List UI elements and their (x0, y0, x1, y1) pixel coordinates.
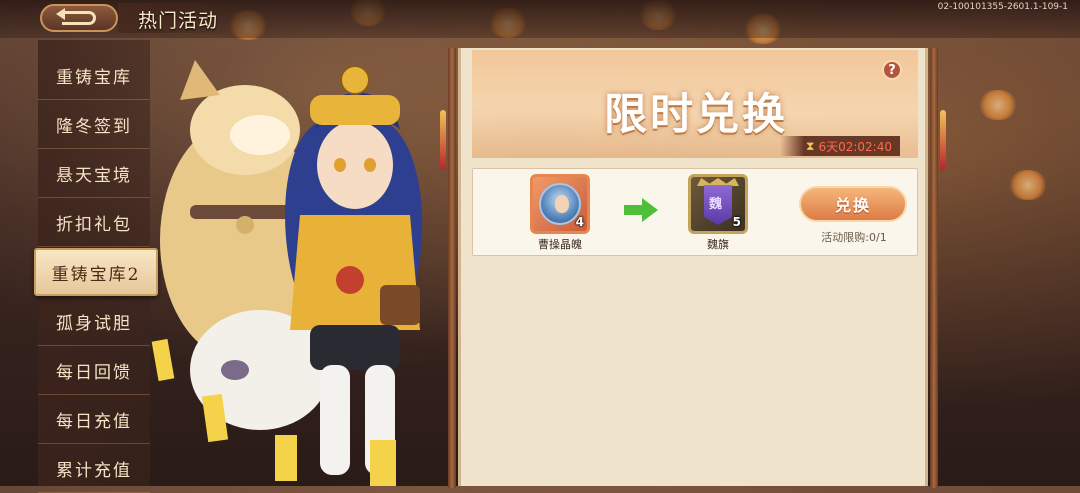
right-tassel (940, 110, 946, 170)
question-icon[interactable]: ? (882, 60, 902, 80)
arrow-right-icon (624, 198, 660, 222)
activity-sidebar: 重铸宝库 隆冬签到 悬天宝境 折扣礼包 重铸宝库2 孤身试胆 每日回馈 每日充值… (34, 40, 158, 493)
sidebar-item-recast-vault[interactable]: 重铸宝库 (38, 52, 150, 100)
sidebar-item-daily-reward[interactable]: 每日回馈 (38, 347, 150, 395)
sidebar-item-winter-signin[interactable]: 隆冬签到 (38, 101, 150, 149)
portrait-face (555, 195, 569, 213)
purchase-limit-text: 活动限购:0/1 (821, 231, 887, 244)
flag-character: 魏 (709, 197, 723, 212)
flag-crown (697, 178, 739, 186)
sidebar-item-discount-pack[interactable]: 折扣礼包 (38, 199, 150, 247)
countdown-timer: ⧗ 6天02:02:40 (780, 136, 900, 156)
hourglass-icon: ⧗ (806, 138, 815, 153)
page-title: 热门活动 (138, 10, 219, 32)
back-arrow-icon (56, 8, 96, 25)
cost-item-count: 4 (575, 215, 584, 229)
sidebar-item-solo-trial[interactable]: 孤身试胆 (38, 298, 150, 346)
version-label: 02-100101355-2601.1-109-1 (937, 2, 1068, 12)
sidebar-item-recast-vault-2[interactable]: 重铸宝库2 (34, 248, 158, 296)
reward-item-name: 魏旗 (707, 238, 729, 251)
cost-item-name: 曹操晶魄 (538, 238, 582, 251)
right-pillar (930, 48, 938, 488)
character-illustration (151, 60, 423, 486)
reward-item-slot[interactable]: 魏 5 (688, 174, 748, 234)
sidebar-item-sky-treasure[interactable]: 悬天宝境 (38, 150, 150, 198)
countdown-text: 6天02:02:40 (818, 139, 892, 154)
left-tassel (440, 110, 446, 170)
background-lantern (980, 90, 1016, 120)
exchange-button[interactable]: 兑换 (799, 186, 907, 222)
banner-title: 限时兑换 (604, 90, 788, 140)
back-button[interactable] (40, 4, 118, 32)
reward-item-count: 5 (732, 215, 741, 229)
left-pillar (448, 48, 456, 488)
cost-item-slot[interactable]: 4 (530, 174, 590, 234)
background-lantern (1010, 170, 1046, 200)
sidebar-item-daily-recharge[interactable]: 每日充值 (38, 396, 150, 444)
